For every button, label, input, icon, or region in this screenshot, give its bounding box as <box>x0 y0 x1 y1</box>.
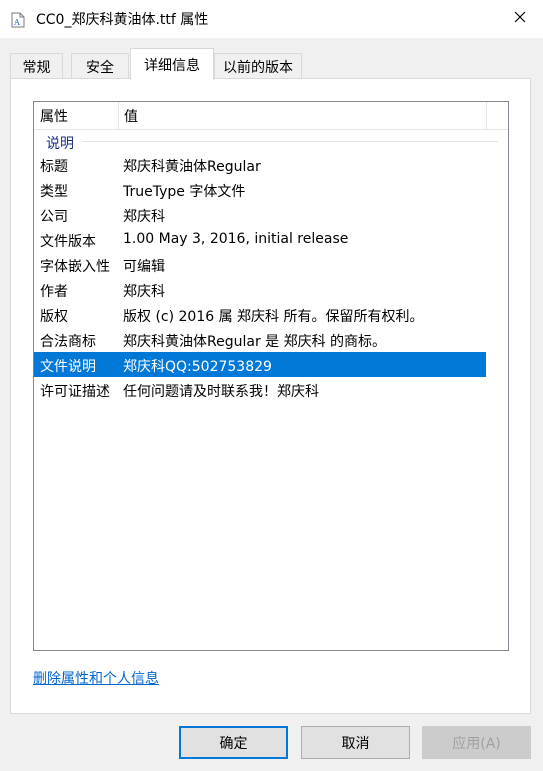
property-key: 公司 <box>40 209 68 225</box>
tab-details[interactable]: 详细信息 <box>130 48 214 80</box>
list-header: 属性 值 <box>34 102 508 130</box>
property-value: 版权 (c) 2016 属 郑庆科 所有。保留所有权利。 <box>123 309 424 325</box>
details-panel: 属性 值 说明 标题 郑庆科黄油体Regular 类型 TrueType 字体文… <box>10 78 531 714</box>
tab-general[interactable]: 常规 <box>10 53 63 79</box>
close-icon <box>514 11 526 27</box>
svg-text:A: A <box>13 18 20 27</box>
property-key: 标题 <box>40 159 68 175</box>
property-value: 郑庆科黄油体Regular <box>123 159 261 175</box>
property-row-selected[interactable]: 文件说明 郑庆科QQ:502753829 <box>34 352 486 377</box>
property-row[interactable]: 公司 郑庆科 <box>34 202 486 227</box>
property-row[interactable]: 文件版本 1.00 May 3, 2016, initial release <box>34 227 486 252</box>
property-value: 可编辑 <box>123 259 165 275</box>
group-divider <box>82 141 498 142</box>
property-key: 类型 <box>40 184 68 200</box>
property-value: TrueType 字体文件 <box>123 184 246 200</box>
property-row[interactable]: 版权 版权 (c) 2016 属 郑庆科 所有。保留所有权利。 <box>34 302 486 327</box>
property-row[interactable]: 作者 郑庆科 <box>34 277 486 302</box>
ok-button[interactable]: 确定 <box>179 726 288 759</box>
property-key: 文件版本 <box>40 234 96 250</box>
column-divider[interactable] <box>486 102 487 129</box>
property-value: 郑庆科黄油体Regular 是 郑庆科 的商标。 <box>123 334 387 350</box>
tab-security[interactable]: 安全 <box>71 53 129 79</box>
window-title: CC0_郑庆科黄油体.ttf 属性 <box>36 12 209 28</box>
font-file-icon: A <box>10 12 26 28</box>
apply-button[interactable]: 应用(A) <box>422 726 531 759</box>
property-value: 任何问题请及时联系我！郑庆科 <box>123 384 319 400</box>
tab-previous-versions[interactable]: 以前的版本 <box>214 53 302 79</box>
property-row[interactable]: 合法商标 郑庆科黄油体Regular 是 郑庆科 的商标。 <box>34 327 486 352</box>
property-key: 字体嵌入性 <box>40 259 110 275</box>
remove-properties-link[interactable]: 删除属性和个人信息 <box>33 668 159 688</box>
tab-strip: 常规 安全 详细信息 以前的版本 <box>10 48 530 80</box>
group-header[interactable]: 说明 <box>34 130 508 152</box>
property-value[interactable]: 郑庆科QQ:502753829 <box>123 356 272 376</box>
property-value: 郑庆科 <box>123 284 165 300</box>
property-key: 作者 <box>40 284 68 300</box>
property-row[interactable]: 字体嵌入性 可编辑 <box>34 252 486 277</box>
property-value: 郑庆科 <box>123 209 165 225</box>
property-value: 1.00 May 3, 2016, initial release <box>123 231 349 247</box>
title-bar: A CC0_郑庆科黄油体.ttf 属性 <box>0 0 543 38</box>
property-row[interactable]: 类型 TrueType 字体文件 <box>34 177 486 202</box>
property-row[interactable]: 标题 郑庆科黄油体Regular <box>34 152 486 177</box>
property-key: 文件说明 <box>40 359 96 375</box>
close-button[interactable] <box>497 0 543 38</box>
cancel-button[interactable]: 取消 <box>301 726 410 759</box>
property-key: 版权 <box>40 309 68 325</box>
property-key: 许可证描述 <box>40 384 110 400</box>
property-row[interactable]: 许可证描述 任何问题请及时联系我！郑庆科 <box>34 377 486 402</box>
property-key: 合法商标 <box>40 334 96 350</box>
properties-list[interactable]: 属性 值 说明 标题 郑庆科黄油体Regular 类型 TrueType 字体文… <box>33 101 509 651</box>
group-label: 说明 <box>46 136 74 152</box>
column-header-property[interactable]: 属性 <box>34 102 118 129</box>
column-header-value[interactable]: 值 <box>118 102 486 129</box>
